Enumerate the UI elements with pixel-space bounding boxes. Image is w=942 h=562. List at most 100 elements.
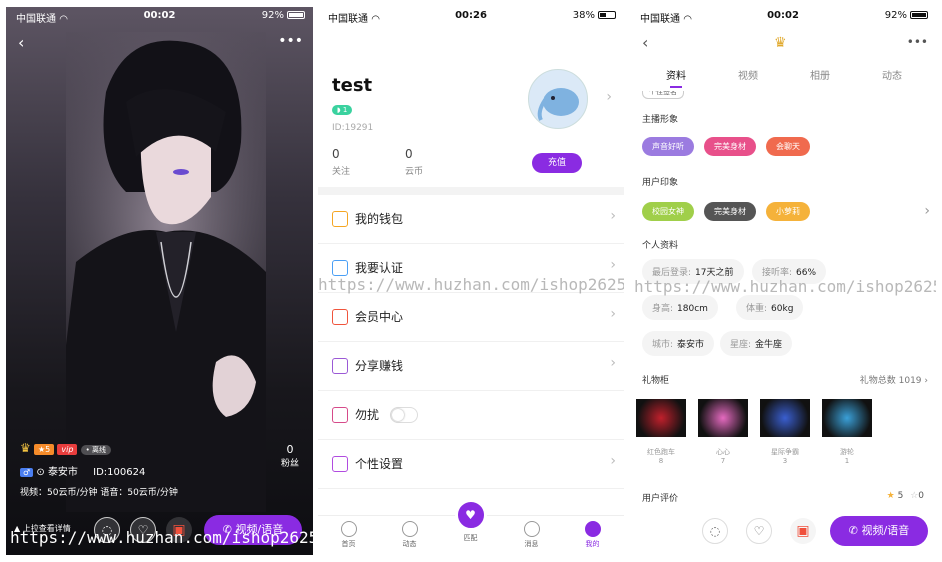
crown-icon: ♛ — [774, 35, 787, 51]
profile-info-item: 身高: 180cm — [642, 295, 718, 320]
tab-messages[interactable]: 消息 — [501, 515, 562, 555]
tag: 完美身材 — [704, 137, 756, 156]
tag: 校园女神 — [642, 202, 694, 221]
gift-item[interactable]: 游轮 1 — [822, 399, 872, 465]
vip-badge: vip — [57, 444, 78, 455]
profile-detail-screen: 中国联通 ◠ 00:02 92% ♛ ★5 vip • 离线 ♂ ⊙ 泰安市 I… — [6, 7, 313, 555]
menu-do-not-disturb[interactable]: 勿扰 — [318, 391, 624, 440]
tab-videos[interactable]: 视频 — [738, 67, 758, 82]
recharge-button[interactable]: 充值 — [532, 153, 582, 173]
back-icon[interactable]: ‹ — [642, 33, 648, 52]
gift-total[interactable]: 礼物总数 1019 › — [860, 373, 928, 386]
home-icon — [340, 521, 357, 537]
elephant-icon — [537, 88, 579, 121]
menu-share-earn[interactable]: 分享赚钱 › — [318, 342, 624, 391]
person-icon — [584, 521, 601, 537]
info-value: 金牛座 — [755, 340, 783, 350]
chevron-right-icon: › — [610, 355, 616, 371]
tab-home[interactable]: 首页 — [318, 515, 379, 555]
info-key: 城市: — [652, 340, 674, 350]
verify-icon — [332, 260, 348, 276]
status-bar: 中国联通 ◠ 00:02 92% — [6, 7, 313, 27]
gift-item[interactable]: 红色跑车 8 — [636, 399, 686, 465]
chevron-right-icon: › — [610, 306, 616, 322]
online-status-badge: • 离线 — [80, 445, 111, 455]
gender-icon: ♂ — [20, 468, 34, 477]
location-pin-icon: ⊙ — [36, 467, 45, 478]
gift-image — [636, 399, 686, 437]
follow-stat[interactable]: 0 关注 — [332, 147, 350, 177]
match-icon: ♥ — [454, 499, 487, 531]
review-title: 用户评价 — [642, 494, 679, 504]
battery-icon — [287, 11, 305, 19]
battery-text: 92% — [884, 10, 907, 21]
follow-count: 0 — [332, 147, 340, 161]
user-info-screen: 中国联通 ◠ 00:02 92% ‹ ♛ ••• 资料 视频 相册 动态 个性签… — [630, 7, 936, 555]
signature-cut: 个性签名 — [642, 91, 684, 99]
tag: 完美身材 — [704, 202, 756, 221]
message-button[interactable]: ◌ — [702, 518, 728, 544]
chat-icon: ◌ — [709, 524, 721, 538]
crown-icon: ♛ — [20, 441, 31, 455]
fans-stat: 0 粉丝 — [281, 443, 299, 469]
coin-label: 云币 — [405, 167, 424, 177]
status-bar: 中国联通 ◠ 00:26 38% — [318, 7, 624, 27]
gift-button[interactable]: ▣ — [790, 518, 816, 544]
tab-moments[interactable]: 动态 — [882, 67, 902, 82]
chevron-right-icon: › — [924, 376, 928, 386]
gift-name: 游轮 — [840, 448, 854, 456]
back-icon[interactable]: ‹ — [18, 33, 24, 52]
chevron-right-icon: › — [610, 257, 616, 273]
info-value: 180cm — [677, 304, 708, 314]
dnd-toggle[interactable] — [390, 407, 418, 423]
tab-mine[interactable]: 我的 — [562, 515, 623, 555]
profile-photo — [66, 32, 266, 512]
profile-tabs: 资料 视频 相册 动态 — [630, 67, 936, 93]
gift-cabinet-title: 礼物柜 — [642, 376, 670, 386]
heart-icon: ♡ — [753, 524, 765, 538]
location-row: ♂ ⊙ 泰安市 ID:100624 — [20, 463, 145, 478]
profile-header[interactable]: test ◗ 1 ID:19291 › — [318, 27, 624, 137]
review-score: ★ 5 ☆0 — [886, 491, 924, 501]
watermark: https://www.huzhan.com/ishop26250 — [318, 275, 624, 294]
info-key: 身高: — [652, 304, 674, 314]
like-button[interactable]: ♡ — [746, 518, 772, 544]
battery-icon — [598, 11, 616, 19]
divider — [318, 187, 624, 195]
more-icon[interactable]: ••• — [907, 35, 928, 49]
avatar[interactable] — [528, 69, 588, 129]
gift-count: 1 — [844, 457, 850, 465]
gift-item[interactable]: 星际争霸 3 — [760, 399, 810, 465]
more-icon[interactable]: ••• — [278, 33, 303, 49]
menu-vip-center[interactable]: 会员中心 › — [318, 293, 624, 342]
chevron-right-icon: › — [606, 89, 612, 105]
menu-personal-settings[interactable]: 个性设置 › — [318, 440, 624, 489]
tab-moments[interactable]: 动态 — [379, 515, 440, 555]
gift-count: 7 — [720, 457, 726, 465]
info-value: 60kg — [771, 304, 794, 314]
wallet-icon — [332, 211, 348, 227]
coin-stat[interactable]: 0 云币 — [405, 147, 423, 177]
tab-album[interactable]: 相册 — [810, 67, 830, 82]
video-call-button[interactable]: ✆ 视频/语音 — [830, 516, 928, 546]
follow-label: 关注 — [332, 167, 351, 177]
badge-row: ♛ ★5 vip • 离线 — [20, 441, 111, 455]
tag: 声音好听 — [642, 137, 694, 156]
profile-info-item: 体重: 60kg — [736, 295, 804, 320]
chevron-right-icon[interactable]: › — [924, 203, 930, 219]
tab-info[interactable]: 资料 — [666, 67, 686, 82]
impression-title: 用户印象 — [642, 178, 679, 188]
gift-name: 红色跑车 — [647, 448, 675, 456]
settings-icon — [332, 456, 348, 472]
bottom-tab-bar: 首页 动态 ♥ 匹配 消息 我的 — [318, 499, 624, 555]
menu-label: 我要认证 — [355, 261, 404, 275]
menu-label: 个性设置 — [355, 457, 404, 471]
gift-item[interactable]: 心心 7 — [698, 399, 748, 465]
tab-match[interactable]: ♥ 匹配 — [440, 499, 501, 555]
menu-label: 勿扰 — [355, 408, 380, 422]
status-bar: 中国联通 ◠ 00:02 92% — [630, 7, 936, 27]
menu-wallet[interactable]: 我的钱包 › — [318, 195, 624, 244]
watermark: https://www.huzhan.com/ishop26250 — [10, 528, 313, 547]
info-key: 星座: — [730, 340, 752, 350]
level-badge: ★5 — [33, 444, 55, 455]
